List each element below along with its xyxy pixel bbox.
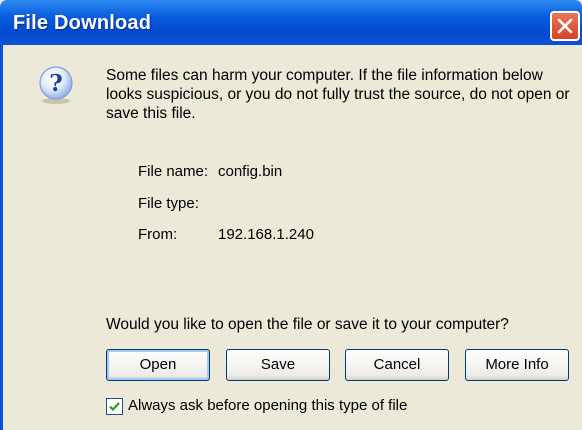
warning-message: Some files can harm your computer. If th… [106, 67, 570, 122]
always-ask-label[interactable]: Always ask before opening this type of f… [128, 397, 407, 414]
always-ask-checkbox[interactable] [106, 398, 123, 415]
window-title: File Download [13, 12, 152, 34]
from-value: 192.168.1.240 [218, 226, 314, 243]
file-download-dialog: File Download ? Some files can harm your… [0, 0, 582, 430]
more-info-button[interactable]: More Info [465, 349, 569, 381]
file-name-label: File name: [138, 163, 209, 180]
from-label: From: [138, 226, 178, 243]
cancel-button[interactable]: Cancel [345, 349, 449, 381]
close-icon [557, 18, 573, 34]
file-name-value: config.bin [218, 163, 283, 180]
checkmark-icon [109, 402, 120, 412]
window-frame-left [0, 45, 3, 430]
svg-text:?: ? [49, 70, 62, 97]
file-type-label: File type: [138, 195, 199, 212]
save-button[interactable]: Save [226, 349, 330, 381]
action-prompt: Would you like to open the file or save … [106, 316, 509, 333]
title-bar[interactable]: File Download [0, 0, 582, 45]
close-button[interactable] [550, 11, 580, 41]
question-icon: ? [36, 65, 76, 105]
open-button[interactable]: Open [106, 349, 210, 381]
